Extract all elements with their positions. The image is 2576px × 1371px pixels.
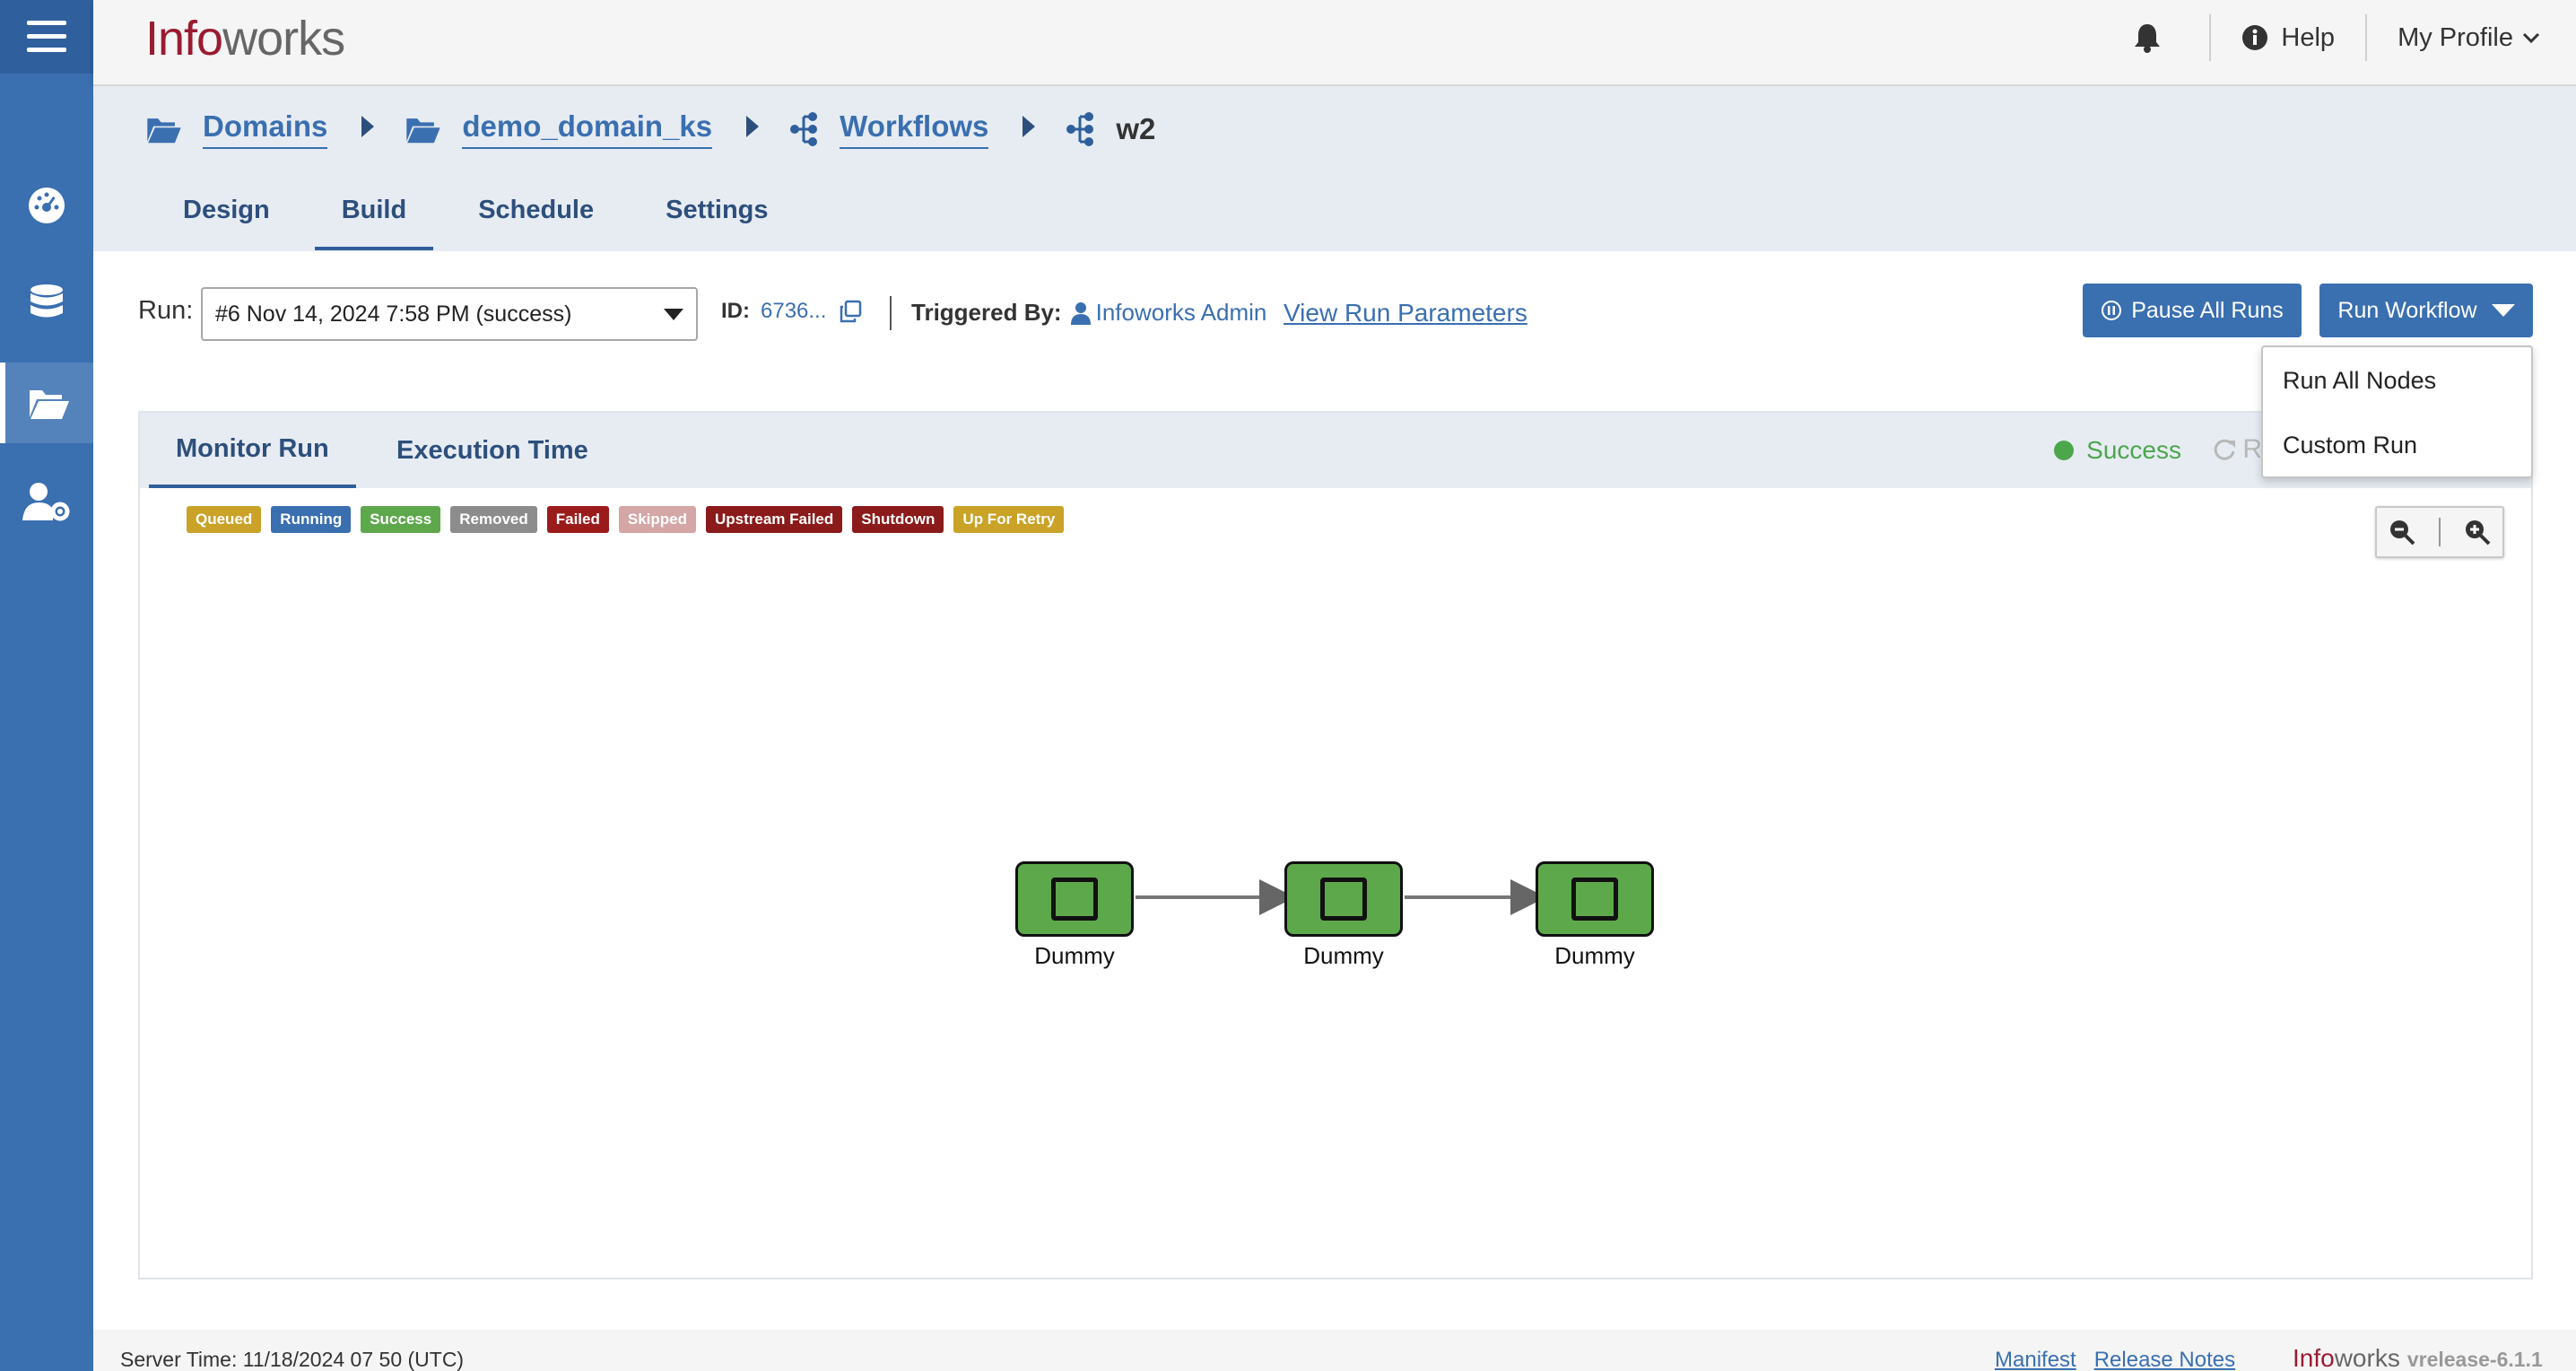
node-square-icon	[1051, 878, 1098, 921]
caret-down-icon	[2491, 304, 2515, 317]
workflow-node[interactable]	[1284, 861, 1403, 937]
version-label: vrelease-6.1.1	[2406, 1348, 2543, 1371]
footer-links: Manifest Release Notes	[1995, 1348, 2253, 1371]
breadcrumb: Domains demo_domain_ks Workflows w2	[145, 109, 1155, 149]
folder-open-icon[interactable]	[0, 362, 93, 443]
monitor-panel: Monitor Run Execution Time Success R Que…	[138, 411, 2533, 1279]
node-label: Dummy	[1034, 942, 1115, 969]
folder-open-icon	[405, 114, 442, 144]
node-square-icon	[1571, 878, 1618, 921]
copy-icon[interactable]	[839, 300, 862, 323]
tab-design[interactable]: Design	[156, 185, 297, 250]
manifest-link[interactable]: Manifest	[1995, 1348, 2076, 1371]
database-icon[interactable]	[0, 264, 93, 345]
chevron-down-icon	[2522, 31, 2540, 44]
header-divider	[2365, 14, 2368, 61]
node-label: Dummy	[1303, 942, 1384, 969]
triggered-by: Triggered By: Infoworks Admin	[911, 299, 1266, 327]
run-id-label: ID:	[721, 299, 750, 323]
footer: Server Time: 11/18/2024 07 50 (UTC) Mani…	[93, 1330, 2576, 1371]
user-icon	[1070, 301, 1091, 325]
run-id: ID: 6736...	[721, 299, 862, 324]
caret-right-icon	[744, 112, 761, 146]
header-divider	[2209, 14, 2212, 61]
run-select-value: #6 Nov 14, 2024 7:58 PM (success)	[215, 301, 572, 327]
view-run-parameters-link[interactable]: View Run Parameters	[1284, 299, 1527, 327]
run-workflow-menu: Run All Nodes Custom Run	[2261, 345, 2533, 478]
caret-down-icon	[664, 309, 683, 320]
caret-right-icon	[1021, 112, 1037, 146]
server-time: Server Time: 11/18/2024 07 50 (UTC)	[120, 1348, 465, 1371]
workflow-graph	[1136, 879, 1546, 915]
tab-schedule[interactable]: Schedule	[451, 185, 621, 250]
run-workflow-label: Run Workflow	[2337, 297, 2477, 323]
breadcrumb-domain[interactable]: demo_domain_ks	[462, 109, 713, 149]
left-sidebar	[0, 0, 93, 1371]
node-label: Dummy	[1554, 942, 1635, 969]
user-settings-icon[interactable]	[0, 461, 93, 542]
run-id-value: 6736...	[761, 299, 827, 323]
tab-build[interactable]: Build	[314, 185, 434, 250]
breadcrumb-current: w2	[1116, 112, 1156, 145]
caret-right-icon	[360, 112, 376, 146]
pause-all-runs-label: Pause All Runs	[2131, 297, 2284, 323]
workflow-icon	[789, 112, 820, 146]
menu-item-custom-run[interactable]: Custom Run	[2283, 432, 2417, 459]
info-icon	[2241, 24, 2268, 51]
workflow-icon	[1066, 112, 1096, 146]
folder-open-icon	[145, 114, 183, 144]
help-label: Help	[2281, 22, 2336, 52]
pause-all-runs-button[interactable]: Pause All Runs	[2083, 284, 2302, 337]
footer-brand: Info works vrelease-6.1.1	[2293, 1344, 2543, 1371]
zoom-divider	[2438, 518, 2441, 546]
run-workflow-button[interactable]: Run Workflow	[2319, 284, 2533, 337]
run-label: Run:	[138, 296, 194, 325]
dashboard-icon[interactable]	[0, 165, 93, 246]
menu-icon[interactable]	[0, 0, 93, 74]
my-profile-menu[interactable]: My Profile	[2398, 23, 2540, 53]
node-square-icon	[1320, 878, 1367, 921]
zoom-controls	[2375, 506, 2504, 558]
divider	[890, 296, 892, 330]
zoom-in-icon[interactable]	[2463, 518, 2492, 546]
bell-icon[interactable]	[2116, 22, 2179, 53]
run-select[interactable]: #6 Nov 14, 2024 7:58 PM (success)	[201, 287, 698, 341]
profile-label: My Profile	[2398, 22, 2513, 52]
workflow-node[interactable]	[1536, 861, 1654, 937]
triggered-by-value: Infoworks Admin	[1095, 299, 1267, 326]
breadcrumb-workflows[interactable]: Workflows	[840, 109, 989, 149]
tab-settings[interactable]: Settings	[639, 185, 795, 250]
infoworks-logo[interactable]: Infoworks	[145, 11, 345, 66]
release-notes-link[interactable]: Release Notes	[2094, 1348, 2235, 1371]
menu-item-run-all-nodes[interactable]: Run All Nodes	[2283, 367, 2436, 395]
pause-circle-icon	[2101, 300, 2122, 321]
workflow-node[interactable]	[1015, 861, 1134, 937]
triggered-by-label: Triggered By:	[911, 299, 1062, 326]
breadcrumb-domains[interactable]: Domains	[203, 109, 328, 149]
help-link[interactable]: Help	[2241, 23, 2335, 53]
page-header: Domains demo_domain_ks Workflows w2 Desi…	[93, 86, 2576, 251]
workflow-tabs: Design Build Schedule Settings	[156, 185, 814, 250]
top-header: Infoworks Help My Profile	[93, 0, 2576, 86]
zoom-out-icon[interactable]	[2388, 518, 2416, 546]
